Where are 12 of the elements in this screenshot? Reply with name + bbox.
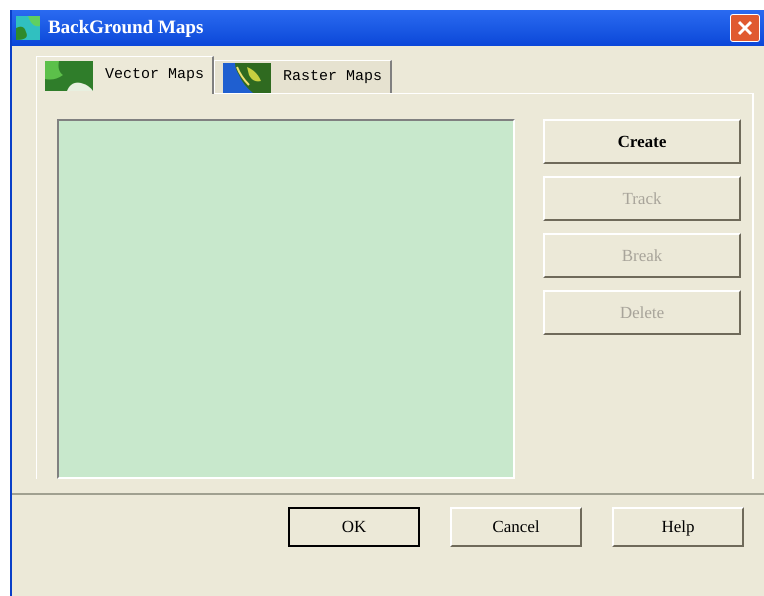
dialog-button[interactable]: Help bbox=[612, 507, 744, 547]
close-icon bbox=[737, 20, 753, 36]
dialog-button[interactable]: Cancel bbox=[450, 507, 582, 547]
dialog-button[interactable]: OK bbox=[288, 507, 420, 547]
window-title: BackGround Maps bbox=[48, 16, 204, 40]
close-button[interactable] bbox=[730, 14, 760, 42]
tab[interactable]: Vector Maps bbox=[36, 56, 214, 94]
action-button[interactable]: Create bbox=[543, 119, 741, 164]
app-icon bbox=[16, 16, 40, 40]
map-icon bbox=[45, 60, 93, 90]
map-icon bbox=[223, 62, 272, 92]
tab[interactable]: Raster Maps bbox=[214, 60, 392, 94]
